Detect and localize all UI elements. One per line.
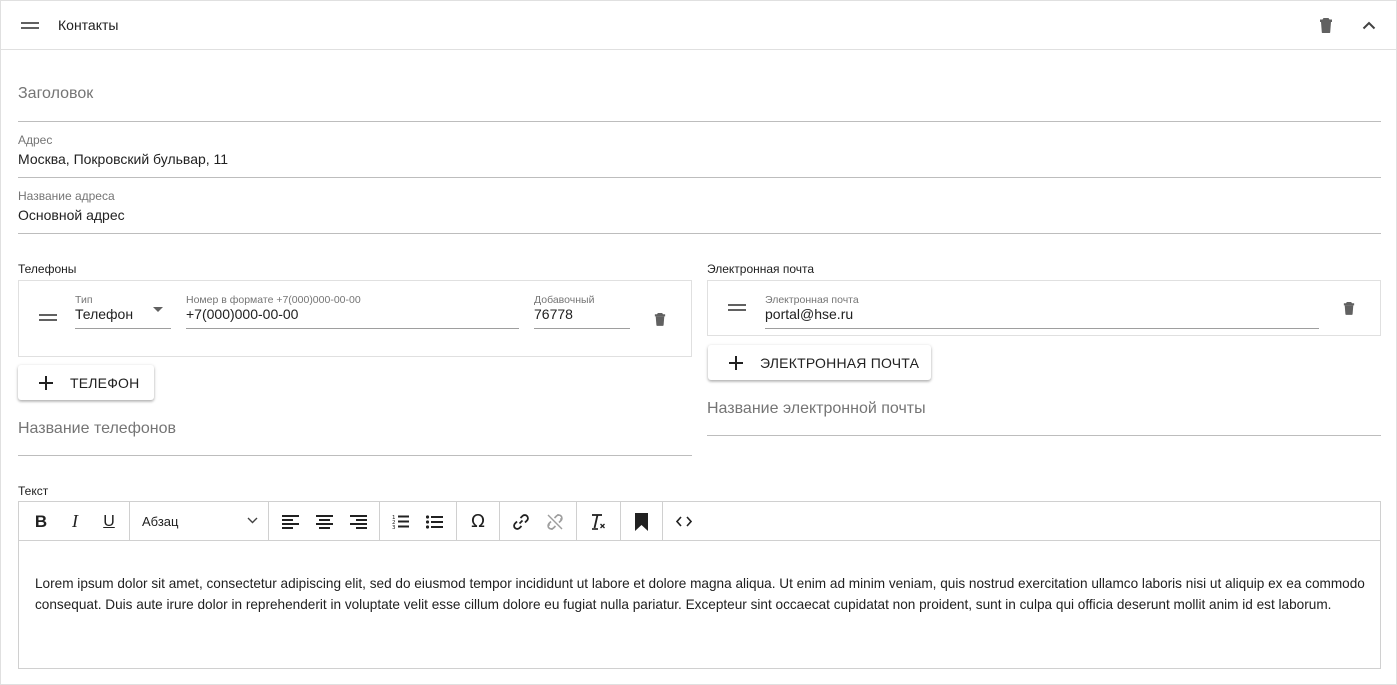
- drag-handle-icon[interactable]: [39, 314, 57, 322]
- heading-field[interactable]: Заголовок: [18, 67, 1381, 122]
- code-icon: [676, 516, 692, 527]
- insert-link-button[interactable]: [507, 502, 535, 541]
- italic-button[interactable]: I: [61, 502, 89, 541]
- email-item: Электронная почта portal@hse.ru: [707, 280, 1381, 336]
- address-name-value: Основной адрес: [18, 207, 125, 223]
- italic-icon: I: [72, 511, 78, 531]
- paragraph-format-select[interactable]: Абзац: [130, 502, 268, 541]
- drag-handle-icon[interactable]: [21, 22, 39, 30]
- phone-number-label: Номер в формате +7(000)000-00-00: [186, 294, 361, 306]
- editor-toolbar: B I U Абзац 1 2 3 Ω: [19, 502, 1380, 541]
- align-center-button[interactable]: [310, 502, 338, 541]
- align-left-icon: [281, 514, 299, 529]
- plus-icon: [729, 355, 743, 370]
- chevron-down-icon: [247, 517, 258, 524]
- email-value: portal@hse.ru: [765, 306, 854, 322]
- address-name-label: Название адреса: [18, 189, 115, 203]
- add-phone-button[interactable]: ТЕЛЕФОН: [18, 365, 154, 400]
- address-field[interactable]: Адрес Москва, Покровский бульвар, 11: [18, 131, 1381, 178]
- phone-ext-value: 76778: [534, 306, 573, 322]
- trash-icon: [1343, 302, 1355, 315]
- format-select-value: Абзац: [142, 514, 179, 529]
- bold-button[interactable]: B: [27, 502, 55, 541]
- toolbar-separator: [576, 502, 577, 541]
- delete-phone-button[interactable]: [648, 307, 672, 331]
- unlink-icon: [547, 513, 563, 530]
- phone-type-value: Телефон: [75, 306, 134, 322]
- phone-ext-label: Добавочный: [534, 294, 595, 306]
- emails-section-label: Электронная почта: [707, 262, 815, 276]
- collapse-button[interactable]: [1357, 13, 1381, 37]
- phone-number-field[interactable]: Номер в формате +7(000)000-00-00 +7(000)…: [186, 291, 519, 329]
- add-email-button[interactable]: ЭЛЕКТРОННАЯ ПОЧТА: [708, 345, 931, 380]
- phone-number-value: +7(000)000-00-00: [186, 306, 299, 322]
- trash-icon: [1320, 18, 1332, 33]
- trash-icon: [654, 313, 666, 326]
- phone-ext-field[interactable]: Добавочный 76778: [534, 291, 630, 329]
- align-right-button[interactable]: [344, 502, 372, 541]
- phone-type-label: Тип: [75, 294, 93, 306]
- link-icon: [513, 513, 529, 530]
- phones-section-label: Телефоны: [18, 262, 77, 276]
- chevron-down-icon: [153, 307, 163, 312]
- contacts-panel: Контакты Заголовок Адрес Москва, Покровс…: [0, 0, 1397, 685]
- email-label: Электронная почта: [765, 294, 859, 306]
- bold-icon: B: [34, 511, 48, 531]
- panel-header: Контакты: [1, 1, 1396, 50]
- underline-button[interactable]: U: [95, 502, 123, 541]
- email-field[interactable]: Электронная почта portal@hse.ru: [765, 291, 1319, 329]
- emails-name-placeholder: Название электронной почты: [707, 400, 926, 417]
- address-name-field[interactable]: Название адреса Основной адрес: [18, 187, 1381, 234]
- phone-type-select[interactable]: Тип Телефон: [75, 291, 171, 329]
- unlink-button[interactable]: [541, 502, 569, 541]
- toolbar-separator: [620, 502, 621, 541]
- phone-type-underline: [75, 328, 171, 329]
- drag-handle-icon[interactable]: [728, 304, 746, 312]
- rich-text-editor: B I U Абзац 1 2 3 Ω Lorem ipsum dolor si…: [18, 501, 1381, 669]
- bookmark-button[interactable]: [627, 502, 655, 541]
- align-center-icon: [315, 514, 333, 529]
- phone-number-underline: [186, 328, 519, 329]
- svg-text:3: 3: [392, 525, 396, 529]
- bookmark-icon: [634, 512, 648, 531]
- add-email-label: ЭЛЕКТРОННАЯ ПОЧТА: [760, 354, 920, 371]
- phone-ext-underline: [534, 328, 630, 329]
- address-label: Адрес: [18, 133, 53, 147]
- phone-item: Тип Телефон Номер в формате +7(000)000-0…: [18, 280, 692, 357]
- clear-format-button[interactable]: [584, 502, 612, 541]
- toolbar-separator: [379, 502, 380, 541]
- align-right-icon: [349, 514, 367, 529]
- panel-title: Контакты: [58, 17, 119, 33]
- emails-name-field[interactable]: Название электронной почты: [707, 387, 1381, 436]
- toolbar-separator: [662, 502, 663, 541]
- toolbar-separator: [456, 502, 457, 541]
- toolbar-separator: [268, 502, 269, 541]
- email-underline: [765, 328, 1319, 329]
- phones-name-placeholder: Название телефонов: [18, 420, 176, 437]
- toolbar-separator: [499, 502, 500, 541]
- heading-placeholder: Заголовок: [18, 85, 94, 102]
- underline-icon: U: [103, 512, 115, 530]
- text-section-label: Текст: [18, 484, 49, 498]
- phones-name-field[interactable]: Название телефонов: [18, 407, 692, 456]
- source-code-button[interactable]: [670, 502, 698, 541]
- bullet-list-button[interactable]: [420, 502, 448, 541]
- address-value: Москва, Покровский бульвар, 11: [18, 151, 229, 167]
- bullet-list-icon: [425, 514, 443, 529]
- delete-email-button[interactable]: [1337, 296, 1361, 320]
- chevron-up-icon: [1362, 21, 1376, 29]
- omega-icon: Ω: [471, 511, 485, 532]
- plus-icon: [39, 375, 53, 390]
- ordered-list-icon: 1 2 3: [392, 515, 409, 529]
- delete-block-button[interactable]: [1314, 13, 1338, 37]
- add-phone-label: ТЕЛЕФОН: [70, 374, 140, 391]
- clear-format-icon: [592, 513, 605, 530]
- special-char-button[interactable]: Ω: [464, 502, 492, 541]
- align-left-button[interactable]: [276, 502, 304, 541]
- ordered-list-button[interactable]: 1 2 3: [386, 502, 414, 541]
- editor-content[interactable]: Lorem ipsum dolor sit amet, consectetur …: [35, 573, 1367, 615]
